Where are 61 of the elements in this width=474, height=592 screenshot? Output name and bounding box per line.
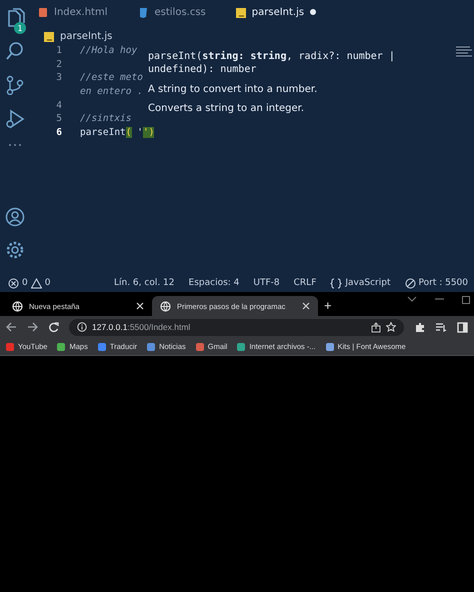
settings-icon[interactable] (6, 241, 24, 259)
extensions-icon[interactable] (414, 322, 425, 332)
status-item[interactable]: CRLF (294, 278, 316, 288)
line-number: 2 (55, 58, 63, 70)
line-number: 3 (55, 72, 63, 84)
breadcrumb[interactable]: parseInt.js (60, 30, 112, 42)
new-tab-button[interactable]: + (324, 298, 332, 313)
share-icon[interactable] (371, 322, 381, 332)
html-file-icon (38, 6, 48, 18)
function-signature: parseInt(string: string, radix?: number | undefined): number (148, 50, 396, 76)
code-text: en entero . (80, 86, 143, 98)
status-item[interactable]: Port : 5500 (404, 278, 468, 288)
star-icon[interactable] (386, 322, 396, 332)
code-text: //Hola hoy (80, 45, 138, 56)
js-file-icon (44, 30, 54, 42)
source-control-icon[interactable] (5, 75, 25, 95)
reload-icon[interactable] (48, 322, 59, 332)
search-icon[interactable] (5, 42, 25, 61)
account-icon[interactable] (5, 207, 25, 227)
warning-count: 0 (44, 278, 50, 288)
line-number: 5 (55, 113, 63, 124)
side-panel-icon[interactable] (457, 322, 468, 332)
error-icon (8, 278, 19, 288)
more-dots-icon[interactable] (8, 143, 22, 147)
chevron-down-icon[interactable] (407, 296, 417, 302)
run-debug-icon[interactable] (5, 109, 25, 129)
problems-status[interactable]: 0 0 (8, 278, 50, 288)
code-text: parseInt( '') (80, 126, 154, 138)
circle-slash-icon (404, 278, 416, 288)
line-number: 4 (55, 100, 63, 111)
js-file-icon (236, 6, 246, 18)
minimap-icon (456, 46, 472, 57)
braces-icon (330, 278, 342, 288)
status-item[interactable]: Lín. 6, col. 12 (114, 278, 175, 288)
globe-icon (12, 300, 23, 312)
doc-text: Converts a string to an integer. (148, 103, 306, 114)
css-file-icon (138, 6, 148, 18)
line-number: 6 (55, 126, 63, 138)
editor-tab[interactable]: parseInt.js (236, 6, 316, 18)
reading-list-icon[interactable] (435, 322, 447, 332)
notification-badge: 1 (14, 22, 26, 34)
code-text: //este meto (80, 72, 143, 84)
address-bar[interactable]: 127.0.0.1:5500/Index.html (69, 318, 404, 336)
back-icon[interactable] (6, 322, 17, 332)
status-item[interactable]: Espacios: 4 (188, 278, 240, 288)
error-count: 0 (22, 278, 28, 288)
status-item[interactable]: UTF-8 (253, 278, 280, 288)
info-icon (77, 322, 87, 332)
status-item[interactable]: JavaScript (330, 278, 390, 288)
warning-icon (30, 278, 42, 288)
minimize-icon[interactable] (435, 296, 444, 302)
close-icon[interactable] (302, 302, 310, 310)
line-number: 1 (55, 45, 63, 56)
editor-tab[interactable]: estilos.css (138, 6, 206, 18)
doc-text: A string to convert into a number. (148, 84, 318, 95)
close-icon[interactable] (136, 302, 144, 310)
globe-icon (160, 300, 171, 312)
editor-tab[interactable]: Index.html (38, 6, 108, 18)
code-text: //sintxis (80, 113, 132, 124)
maximize-icon[interactable] (462, 296, 470, 304)
forward-icon[interactable] (27, 322, 38, 332)
